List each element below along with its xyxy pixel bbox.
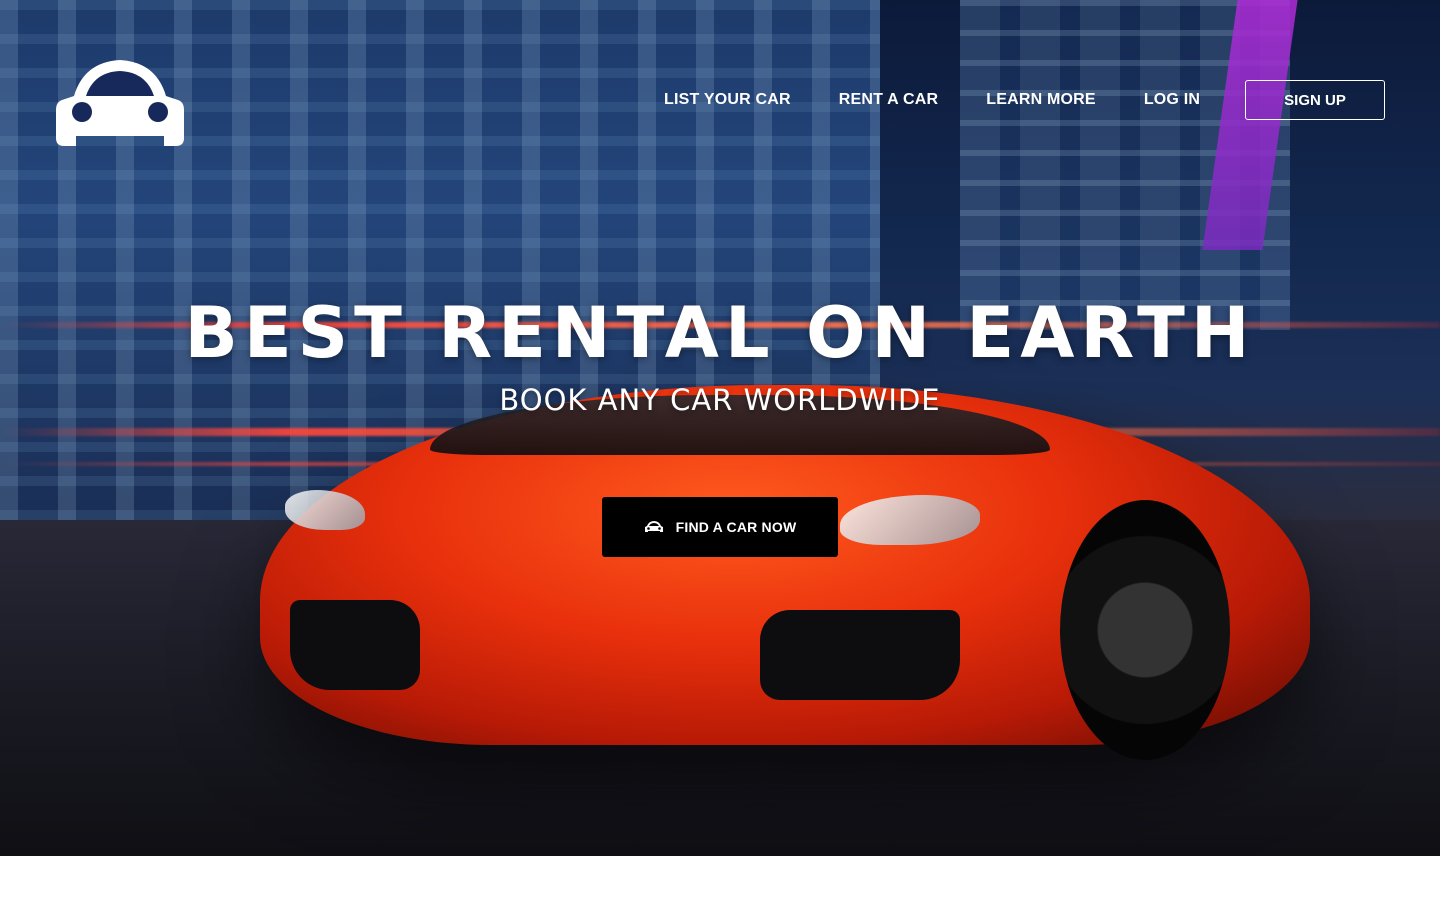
- car-wheel: [1060, 500, 1230, 760]
- sign-up-button[interactable]: SIGN UP: [1245, 80, 1385, 120]
- nav-learn-more[interactable]: LEARN MORE: [986, 91, 1096, 109]
- page-below-hero: [0, 856, 1440, 900]
- car-air-intake: [290, 600, 420, 690]
- nav-list-your-car[interactable]: LIST YOUR CAR: [664, 91, 791, 109]
- find-car-button[interactable]: FIND A CAR NOW: [602, 497, 838, 557]
- hero-title: BEST RENTAL ON EARTH: [184, 292, 1256, 374]
- hero-section: LIST YOUR CAR RENT A CAR LEARN MORE LOG …: [0, 0, 1440, 856]
- car-air-intake: [760, 610, 960, 700]
- main-nav: LIST YOUR CAR RENT A CAR LEARN MORE LOG …: [664, 80, 1248, 120]
- nav-rent-a-car[interactable]: RENT A CAR: [839, 91, 938, 109]
- logo-car-icon[interactable]: [56, 56, 184, 148]
- car-icon: [644, 521, 663, 532]
- nav-log-in[interactable]: LOG IN: [1144, 91, 1200, 109]
- car-icon: [56, 60, 184, 146]
- hero-subtitle: BOOK ANY CAR WORLDWIDE: [499, 383, 941, 417]
- find-car-label: FIND A CAR NOW: [675, 519, 797, 535]
